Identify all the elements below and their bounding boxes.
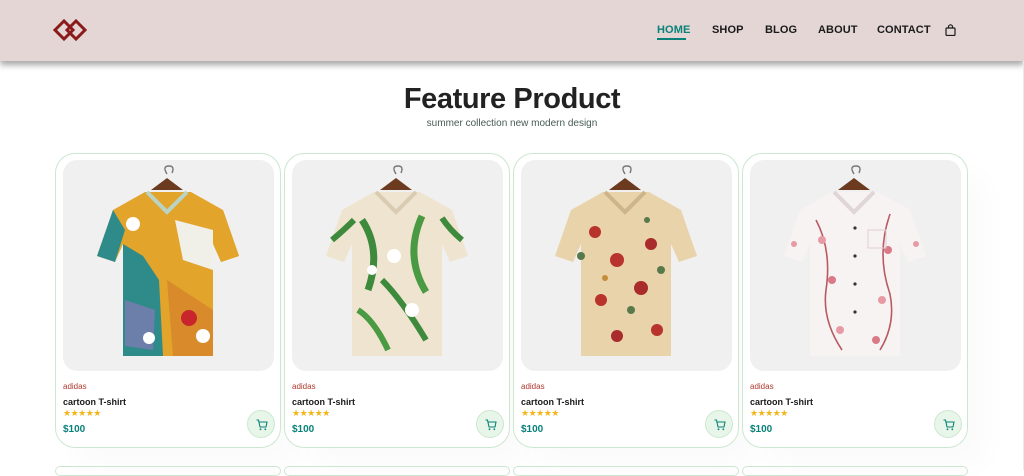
section-title: Feature Product xyxy=(403,83,621,115)
add-to-cart-button[interactable] xyxy=(934,410,962,438)
product-brand: adidas xyxy=(521,382,545,391)
colorful-abstract-shirt-icon xyxy=(97,165,239,356)
product-name[interactable]: cartoon T-shirt xyxy=(521,397,584,407)
product-card-next-row[interactable] xyxy=(55,466,281,476)
nav-shop[interactable]: SHOP xyxy=(712,24,744,36)
star-rating: ★★★★★ xyxy=(521,408,559,418)
add-to-cart-button[interactable] xyxy=(476,410,504,438)
floral-cream-shirt-icon xyxy=(555,165,697,356)
logo-icon[interactable] xyxy=(53,17,89,43)
product-card[interactable]: adidas cartoon T-shirt ★★★★★ $100 xyxy=(513,153,739,448)
shopping-bag-icon[interactable] xyxy=(945,24,956,36)
site-header: HOME SHOP BLOG ABOUT CONTACT xyxy=(0,0,1024,61)
product-brand: adidas xyxy=(63,382,87,391)
product-name[interactable]: cartoon T-shirt xyxy=(63,397,126,407)
product-card[interactable]: adidas cartoon T-shirt ★★★★★ $100 xyxy=(284,153,510,448)
star-rating: ★★★★★ xyxy=(63,408,101,418)
nav-home[interactable]: HOME xyxy=(657,24,690,36)
nav-about[interactable]: ABOUT xyxy=(818,24,858,36)
nav-contact[interactable]: CONTACT xyxy=(877,24,931,36)
leaf-print-shirt-icon xyxy=(326,165,468,356)
product-card-next-row[interactable] xyxy=(284,466,510,476)
cart-icon xyxy=(485,419,497,431)
section-subtitle: summer collection new modern design xyxy=(426,118,598,129)
product-image[interactable] xyxy=(63,160,274,371)
cart-icon xyxy=(714,419,726,431)
product-card[interactable]: adidas cartoon T-shirt ★★★★★ $100 xyxy=(55,153,281,448)
pink-blossom-shirt-icon xyxy=(784,165,926,356)
active-nav-underline xyxy=(657,38,686,40)
product-image[interactable] xyxy=(292,160,503,371)
product-card-next-row[interactable] xyxy=(513,466,739,476)
product-card[interactable]: adidas cartoon T-shirt ★★★★★ $100 xyxy=(742,153,968,448)
product-brand: adidas xyxy=(750,382,774,391)
product-name[interactable]: cartoon T-shirt xyxy=(292,397,355,407)
product-brand: adidas xyxy=(292,382,316,391)
product-price: $100 xyxy=(521,424,544,435)
cart-icon xyxy=(943,419,955,431)
add-to-cart-button[interactable] xyxy=(705,410,733,438)
star-rating: ★★★★★ xyxy=(750,408,788,418)
product-price: $100 xyxy=(750,424,773,435)
cart-icon xyxy=(256,419,268,431)
add-to-cart-button[interactable] xyxy=(247,410,275,438)
nav-blog[interactable]: BLOG xyxy=(765,24,797,36)
product-price: $100 xyxy=(292,424,315,435)
product-image[interactable] xyxy=(750,160,961,371)
product-card-next-row[interactable] xyxy=(742,466,968,476)
product-price: $100 xyxy=(63,424,86,435)
product-name[interactable]: cartoon T-shirt xyxy=(750,397,813,407)
product-image[interactable] xyxy=(521,160,732,371)
star-rating: ★★★★★ xyxy=(292,408,330,418)
